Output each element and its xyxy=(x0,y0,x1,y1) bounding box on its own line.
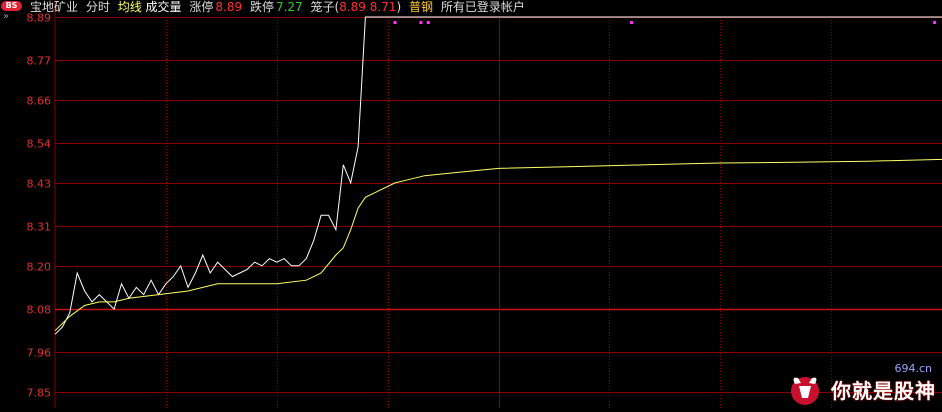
y-tick-label: 8.31 xyxy=(27,221,52,234)
y-tick-label: 8.43 xyxy=(27,178,52,191)
chart-canvas[interactable]: 8.89 8.77 8.66 8.54 8.43 8.31 8.20 8.08 7.96 7.85 xyxy=(0,0,942,408)
limit-down-label: 跌停 xyxy=(249,0,274,14)
limit-down-value: 7.27 xyxy=(275,0,303,14)
indicator-label: 笼子( xyxy=(310,0,340,14)
chart-header: 宝地矿业 分时 均线 成交量 涨停 8.89 跌停 7.27 笼子(8.89 8.7… xyxy=(30,0,529,14)
collapse-chevron-icon[interactable]: » xyxy=(3,12,9,22)
sector-tag[interactable]: 普钢 xyxy=(409,0,433,14)
bull-logo-icon xyxy=(791,377,819,405)
event-marker xyxy=(426,21,430,24)
timeshare-chart[interactable]: 8.89 8.77 8.66 8.54 8.43 8.31 8.20 8.08 7.96 7.85… xyxy=(0,0,942,408)
y-tick-label: 8.54 xyxy=(27,138,52,151)
price-line xyxy=(54,16,942,335)
account-text[interactable]: 所有已登录帐户 xyxy=(441,0,525,14)
y-tick-label: 7.96 xyxy=(27,347,52,360)
watermark: 694.cn 你就是股神 xyxy=(786,360,936,406)
average-line xyxy=(54,158,942,332)
y-tick-label: 8.20 xyxy=(27,261,52,274)
indicator-close: ) xyxy=(396,0,402,14)
tab-timeshare[interactable]: 分时 xyxy=(86,0,110,14)
indicator-values: 8.89 8.71 xyxy=(339,0,397,14)
bs-badge[interactable]: BS xyxy=(1,1,22,11)
tab-volume[interactable]: 成交量 xyxy=(146,0,182,14)
tab-avg-line[interactable]: 均线 xyxy=(118,0,142,14)
limit-up-value: 8.89 xyxy=(215,0,243,14)
event-marker xyxy=(630,21,634,24)
y-tick-label: 7.85 xyxy=(27,387,52,400)
y-tick-label: 8.66 xyxy=(27,95,52,108)
limit-up-label: 涨停 xyxy=(189,0,214,14)
event-marker xyxy=(933,21,937,24)
watermark-site: 694.cn xyxy=(894,362,932,375)
event-marker xyxy=(419,21,423,24)
y-tick-label: 8.08 xyxy=(27,304,52,317)
event-marker xyxy=(393,21,397,24)
stock-name[interactable]: 宝地矿业 xyxy=(30,0,78,14)
y-tick-label: 8.77 xyxy=(27,55,52,68)
watermark-text: 你就是股神 xyxy=(831,379,936,403)
